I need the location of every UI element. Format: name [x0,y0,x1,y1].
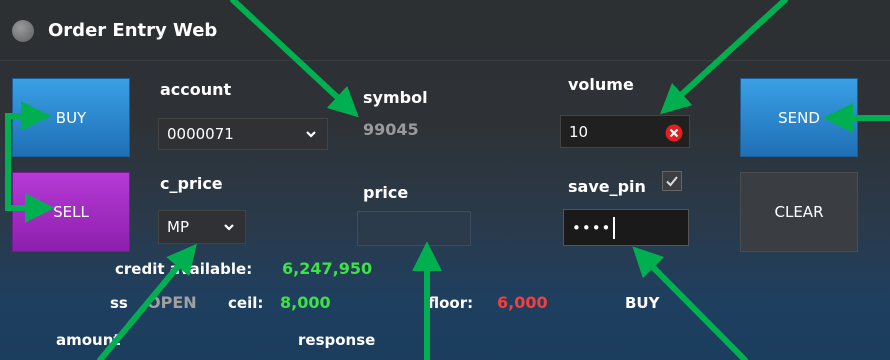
pin-input[interactable]: •••• [563,209,689,246]
chevron-down-icon [306,131,316,138]
c-price-select[interactable]: MP [158,210,246,244]
chevron-down-icon [224,224,234,231]
c-price-label: c_price [160,174,223,193]
ss-value: OPEN [147,293,197,312]
ceil-label: ceil: [228,294,264,312]
account-label: account [160,80,232,99]
clear-button[interactable]: CLEAR [740,172,858,252]
ceil-value: 8,000 [280,293,331,312]
volume-value: 10 [569,122,589,141]
account-value: 0000071 [167,125,234,143]
title-bar: Order Entry Web [0,0,890,61]
volume-input[interactable]: 10 [560,115,690,148]
clear-input-icon[interactable] [665,124,683,142]
app-icon [12,20,34,42]
credit-available-label: credit available: [115,260,253,278]
floor-label: floor: [428,294,474,312]
side-value: BUY [625,294,660,312]
save-pin-checkbox[interactable] [662,171,682,191]
symbol-value: 99045 [363,120,419,139]
c-price-value: MP [167,218,189,236]
window-title: Order Entry Web [48,20,218,41]
credit-available-value: 6,247,950 [282,259,373,278]
sell-button[interactable]: SELL [12,172,130,252]
send-button[interactable]: SEND [740,78,858,157]
price-input[interactable] [357,211,471,246]
floor-value: 6,000 [497,293,548,312]
save-pin-label: save_pin [568,177,646,196]
symbol-label: symbol [363,88,428,107]
text-cursor [613,216,616,239]
amount-label: amount [56,331,121,349]
response-label: response [298,331,376,349]
buy-button[interactable]: BUY [12,78,130,157]
checkmark-icon [666,176,678,187]
price-label: price [363,183,409,202]
account-select[interactable]: 0000071 [158,118,328,150]
ss-label: ss [110,294,128,312]
pin-masked-value: •••• [572,218,612,237]
volume-label: volume [568,75,634,94]
order-entry-window: Order Entry Web BUY SELL SEND CLEAR acco… [0,0,890,360]
